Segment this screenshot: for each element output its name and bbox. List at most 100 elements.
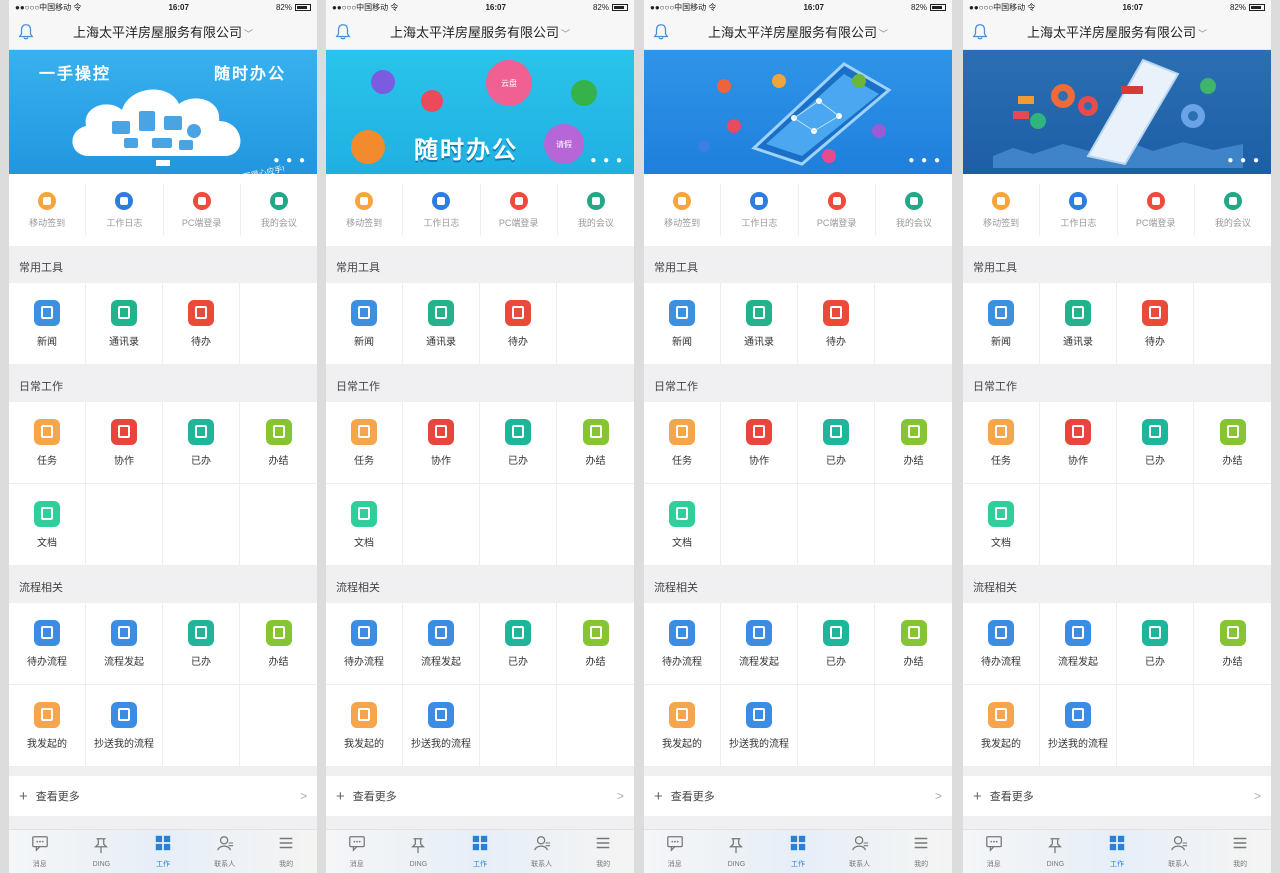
grid-item[interactable]: 流程发起 (86, 603, 163, 685)
grid-item[interactable]: 任务 (9, 402, 86, 484)
grid-item[interactable]: 待办 (1117, 283, 1194, 365)
banner-carousel[interactable]: ● ● ● (963, 50, 1271, 174)
quick-action-worklog[interactable]: 工作日志 (86, 184, 164, 236)
grid-item[interactable]: 办结 (240, 603, 317, 685)
grid-item[interactable]: 文档 (963, 484, 1040, 566)
grid-item[interactable]: 我发起的 (9, 685, 86, 767)
bell-icon[interactable] (17, 23, 35, 41)
quick-action-meeting[interactable]: 我的会议 (558, 184, 634, 236)
tab-message[interactable]: 消息 (326, 830, 388, 873)
grid-item[interactable]: 办结 (557, 603, 634, 685)
grid-item[interactable]: 新闻 (9, 283, 86, 365)
grid-item[interactable]: 流程发起 (1040, 603, 1117, 685)
tab-contacts[interactable]: 联系人 (829, 830, 891, 873)
grid-item[interactable]: 新闻 (963, 283, 1040, 365)
tab-grid[interactable]: 工作 (767, 830, 829, 873)
banner-carousel[interactable]: ● ● ● (644, 50, 952, 174)
grid-item[interactable]: 已办 (798, 603, 875, 685)
grid-item[interactable]: 新闻 (644, 283, 721, 365)
grid-item[interactable]: 通讯录 (403, 283, 480, 365)
tab-menu[interactable]: 我的 (255, 830, 317, 873)
grid-item[interactable]: 办结 (875, 402, 952, 484)
tab-grid[interactable]: 工作 (1086, 830, 1148, 873)
quick-action-pc-login[interactable]: PC端登录 (164, 184, 241, 236)
quick-action-meeting[interactable]: 我的会议 (876, 184, 952, 236)
grid-item[interactable]: 协作 (86, 402, 163, 484)
grid-item[interactable]: 已办 (1117, 603, 1194, 685)
grid-item[interactable]: 待办流程 (963, 603, 1040, 685)
bell-icon[interactable] (971, 23, 989, 41)
tab-message[interactable]: 消息 (963, 830, 1025, 873)
grid-item[interactable]: 任务 (963, 402, 1040, 484)
grid-item[interactable]: 通讯录 (721, 283, 798, 365)
grid-item[interactable]: 已办 (798, 402, 875, 484)
quick-action-checkin[interactable]: 移动签到 (644, 184, 722, 236)
grid-item[interactable]: 待办流程 (644, 603, 721, 685)
quick-action-worklog[interactable]: 工作日志 (1040, 184, 1118, 236)
grid-item[interactable]: 抄送我的流程 (721, 685, 798, 767)
grid-item[interactable]: 已办 (480, 402, 557, 484)
grid-item[interactable]: 办结 (1194, 402, 1271, 484)
company-switcher[interactable]: 上海太平洋房屋服务有限公司 ﹀ (9, 22, 317, 41)
grid-item[interactable]: 办结 (875, 603, 952, 685)
company-switcher[interactable]: 上海太平洋房屋服务有限公司 ﹀ (963, 22, 1271, 41)
grid-item[interactable]: 待办流程 (326, 603, 403, 685)
tab-pin[interactable]: DING (71, 830, 133, 873)
grid-item[interactable]: 待办 (163, 283, 240, 365)
grid-item[interactable]: 文档 (644, 484, 721, 566)
tab-pin[interactable]: DING (388, 830, 450, 873)
grid-item[interactable]: 已办 (163, 603, 240, 685)
grid-item[interactable]: 已办 (480, 603, 557, 685)
grid-item[interactable]: 文档 (9, 484, 86, 566)
grid-item[interactable]: 待办 (798, 283, 875, 365)
tab-contacts[interactable]: 联系人 (194, 830, 256, 873)
grid-item[interactable]: 协作 (721, 402, 798, 484)
banner-carousel[interactable]: 云盘 请假 随时办公 ● ● ● (326, 50, 634, 174)
quick-action-meeting[interactable]: 我的会议 (1195, 184, 1271, 236)
company-switcher[interactable]: 上海太平洋房屋服务有限公司 ﹀ (644, 22, 952, 41)
grid-item[interactable]: 文档 (326, 484, 403, 566)
company-switcher[interactable]: 上海太平洋房屋服务有限公司 ﹀ (326, 22, 634, 41)
tab-pin[interactable]: DING (706, 830, 768, 873)
view-more-row[interactable]: + 查看更多 > (9, 776, 317, 816)
quick-action-meeting[interactable]: 我的会议 (241, 184, 317, 236)
view-more-row[interactable]: + 查看更多 > (963, 776, 1271, 816)
quick-action-checkin[interactable]: 移动签到 (9, 184, 87, 236)
view-more-row[interactable]: + 查看更多 > (326, 776, 634, 816)
banner-carousel[interactable]: 一手操控 随时办公 让工作更得心应手! ● ● ● (9, 50, 317, 174)
grid-item[interactable]: 流程发起 (721, 603, 798, 685)
quick-action-pc-login[interactable]: PC端登录 (481, 184, 558, 236)
grid-item[interactable]: 通讯录 (1040, 283, 1117, 365)
tab-menu[interactable]: 我的 (572, 830, 634, 873)
tab-menu[interactable]: 我的 (890, 830, 952, 873)
tab-pin[interactable]: DING (1025, 830, 1087, 873)
grid-item[interactable]: 办结 (240, 402, 317, 484)
quick-action-pc-login[interactable]: PC端登录 (799, 184, 876, 236)
quick-action-worklog[interactable]: 工作日志 (403, 184, 481, 236)
grid-item[interactable]: 抄送我的流程 (86, 685, 163, 767)
grid-item[interactable]: 通讯录 (86, 283, 163, 365)
grid-item[interactable]: 待办 (480, 283, 557, 365)
grid-item[interactable]: 抄送我的流程 (403, 685, 480, 767)
tab-grid[interactable]: 工作 (449, 830, 511, 873)
tab-contacts[interactable]: 联系人 (511, 830, 573, 873)
tab-message[interactable]: 消息 (9, 830, 71, 873)
quick-action-pc-login[interactable]: PC端登录 (1118, 184, 1195, 236)
view-more-row[interactable]: + 查看更多 > (644, 776, 952, 816)
bell-icon[interactable] (334, 23, 352, 41)
quick-action-checkin[interactable]: 移动签到 (326, 184, 404, 236)
grid-item[interactable]: 任务 (326, 402, 403, 484)
grid-item[interactable]: 我发起的 (644, 685, 721, 767)
bell-icon[interactable] (652, 23, 670, 41)
grid-item[interactable]: 已办 (163, 402, 240, 484)
grid-item[interactable]: 已办 (1117, 402, 1194, 484)
grid-item[interactable]: 办结 (557, 402, 634, 484)
tab-message[interactable]: 消息 (644, 830, 706, 873)
grid-item[interactable]: 协作 (403, 402, 480, 484)
grid-item[interactable]: 新闻 (326, 283, 403, 365)
grid-item[interactable]: 任务 (644, 402, 721, 484)
tab-contacts[interactable]: 联系人 (1148, 830, 1210, 873)
grid-item[interactable]: 办结 (1194, 603, 1271, 685)
quick-action-worklog[interactable]: 工作日志 (721, 184, 799, 236)
tab-menu[interactable]: 我的 (1209, 830, 1271, 873)
